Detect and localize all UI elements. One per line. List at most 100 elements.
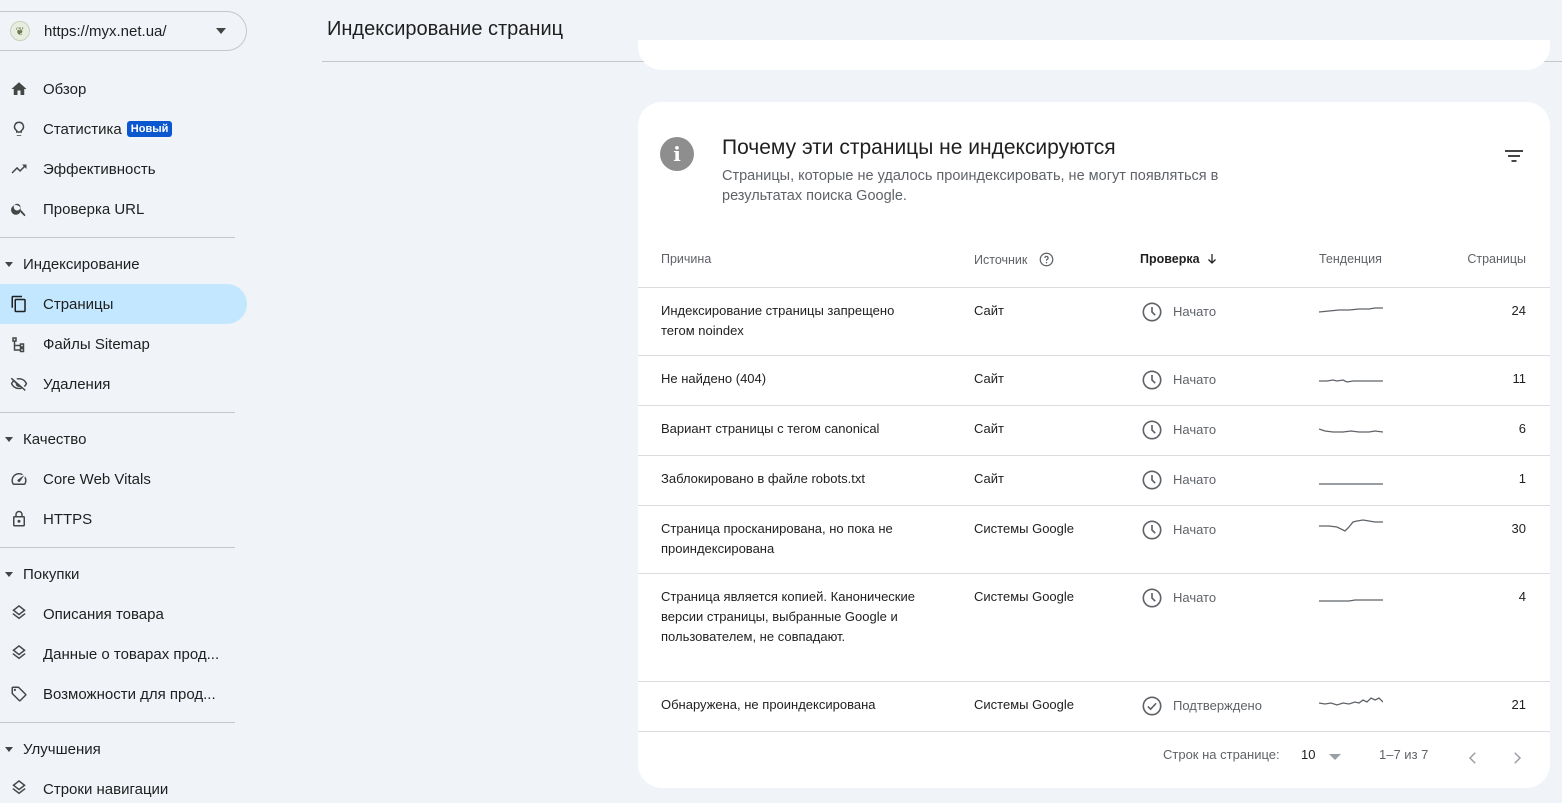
- clock-icon: [1142, 302, 1162, 322]
- nav-item-performance[interactable]: Эффективность: [0, 149, 247, 189]
- section-enhancements[interactable]: Улучшения: [0, 734, 235, 764]
- nav-item-product-snippets[interactable]: Описания товара: [0, 594, 247, 634]
- reason-cell: Заблокировано в файле robots.txt: [661, 471, 865, 486]
- nav-label: Статистика: [43, 120, 122, 138]
- nav-label: Данные о товарах прод...: [43, 645, 220, 663]
- speed-icon: [10, 470, 28, 488]
- chevron-left-icon[interactable]: [1464, 749, 1482, 767]
- collapse-caret-icon: [5, 436, 13, 442]
- validation-cell: Начато: [1141, 587, 1216, 609]
- section-indexing[interactable]: Индексирование: [0, 249, 235, 279]
- source-cell: Системы Google: [974, 521, 1075, 536]
- nav-item-shopping-tab[interactable]: Возможности для прод...: [0, 674, 247, 714]
- layers-icon: [10, 645, 28, 663]
- source-cell: Сайт: [974, 371, 1004, 386]
- validation-status: Начато: [1173, 304, 1217, 319]
- reason-cell: Страница является копией. Канонические в…: [661, 589, 915, 644]
- lightbulb-icon: [10, 120, 28, 138]
- divider: [0, 412, 235, 413]
- nav-item-insights[interactable]: Статистика Новый: [0, 109, 247, 149]
- clock-icon: [1142, 520, 1162, 540]
- sidebar: ❦ https://myx.net.ua/ Обзор Статистика Н…: [0, 0, 247, 803]
- check-circle-icon: [1142, 696, 1162, 716]
- nav-label: Удаления: [43, 375, 111, 393]
- column-header-pages[interactable]: Страницы: [1467, 252, 1526, 266]
- validation-status: Начато: [1173, 372, 1217, 387]
- pages-count: 21: [1511, 697, 1526, 712]
- reason-cell: Вариант страницы с тегом canonical: [661, 421, 880, 436]
- nav-item-core-web-vitals[interactable]: Core Web Vitals: [0, 459, 247, 499]
- nav-label: Строки навигации: [43, 780, 169, 798]
- nav-item-breadcrumbs[interactable]: Строки навигации: [0, 769, 247, 803]
- validation-cell: Начато: [1141, 519, 1216, 541]
- nav-label: Эффективность: [43, 160, 156, 178]
- pages-count: 1: [1518, 471, 1526, 486]
- home-icon: [10, 80, 28, 98]
- section-label: Индексирование: [23, 255, 140, 273]
- nav-item-overview[interactable]: Обзор: [0, 69, 247, 109]
- section-label: Улучшения: [23, 740, 101, 758]
- table-row[interactable]: Страница является копией. Канонические в…: [638, 574, 1550, 682]
- section-label: Качество: [23, 430, 87, 448]
- nav-item-removals[interactable]: Удаления: [0, 364, 247, 404]
- help-icon[interactable]: [1039, 252, 1054, 267]
- divider: [0, 237, 235, 238]
- reason-cell: Обнаружена, не проиндексирована: [661, 697, 876, 712]
- column-header-validation[interactable]: Проверка: [1140, 252, 1218, 266]
- table-row[interactable]: Не найдено (404) Сайт Начато 11: [638, 356, 1550, 406]
- validation-cell: Начато: [1141, 301, 1216, 323]
- reason-cell: Страница просканирована, но пока не прои…: [661, 521, 893, 556]
- pages-count: 11: [1512, 371, 1527, 386]
- trend-sparkline: [1319, 697, 1383, 706]
- trending-up-icon: [10, 160, 28, 178]
- column-header-reason[interactable]: Причина: [661, 252, 711, 266]
- filter-icon[interactable]: [1504, 148, 1524, 164]
- table-row[interactable]: Заблокировано в файле robots.txt Сайт На…: [638, 456, 1550, 506]
- collapse-caret-icon: [5, 746, 13, 752]
- dropdown-caret-icon[interactable]: [1329, 754, 1341, 760]
- reason-cell: Не найдено (404): [661, 371, 767, 386]
- dropdown-caret-icon: [216, 28, 226, 34]
- table-row[interactable]: Обнаружена, не проиндексирована Системы …: [638, 682, 1550, 732]
- nav-label: Core Web Vitals: [43, 470, 151, 488]
- table-row[interactable]: Индексирование страницы запрещено тегом …: [638, 288, 1550, 356]
- divider: [0, 722, 235, 723]
- chevron-right-icon[interactable]: [1508, 749, 1526, 767]
- table-row[interactable]: Страница просканирована, но пока не прои…: [638, 506, 1550, 574]
- section-label: Покупки: [23, 565, 80, 583]
- nav-item-merchant-listings[interactable]: Данные о товарах прод...: [0, 634, 247, 674]
- clock-icon: [1142, 420, 1162, 440]
- pagination-range: 1–7 из 7: [1379, 747, 1429, 762]
- nav-label: Файлы Sitemap: [43, 335, 150, 353]
- pages-count: 4: [1518, 589, 1526, 604]
- nav-item-sitemaps[interactable]: Файлы Sitemap: [0, 324, 247, 364]
- nav-label: Описания товара: [43, 605, 164, 623]
- sitemap-icon: [10, 335, 28, 353]
- trend-sparkline: [1319, 307, 1383, 313]
- source-cell: Системы Google: [974, 697, 1075, 712]
- layers-icon: [10, 780, 28, 798]
- property-selector[interactable]: ❦ https://myx.net.ua/: [0, 11, 247, 51]
- column-header-trend[interactable]: Тенденция: [1319, 252, 1382, 266]
- section-quality[interactable]: Качество: [0, 424, 235, 454]
- info-icon: i: [660, 137, 694, 171]
- nav-label: Обзор: [43, 80, 87, 98]
- card-subtitle: Страницы, которые не удалось проиндексир…: [722, 168, 1219, 204]
- table-row[interactable]: Вариант страницы с тегом canonical Сайт …: [638, 406, 1550, 456]
- trend-sparkline: [1319, 599, 1383, 602]
- section-shopping[interactable]: Покупки: [0, 559, 235, 589]
- validation-status: Начато: [1173, 590, 1217, 605]
- nav-item-pages[interactable]: Страницы: [0, 284, 247, 324]
- rows-per-page-label: Строк на странице:: [1163, 747, 1280, 762]
- validation-status: Начато: [1173, 522, 1217, 537]
- rows-per-page-select[interactable]: 10: [1301, 747, 1315, 762]
- divider: [0, 547, 235, 548]
- column-header-source[interactable]: Источник: [974, 252, 1054, 267]
- validation-status: Начато: [1173, 422, 1217, 437]
- not-indexed-card: i Почему эти страницы не индексируются С…: [638, 102, 1550, 788]
- previous-card: [638, 40, 1550, 70]
- nav-item-https[interactable]: HTTPS: [0, 499, 247, 539]
- arrow-down-icon: [1207, 254, 1216, 264]
- nav-item-url-inspection[interactable]: Проверка URL: [0, 189, 247, 229]
- source-cell: Системы Google: [974, 589, 1075, 604]
